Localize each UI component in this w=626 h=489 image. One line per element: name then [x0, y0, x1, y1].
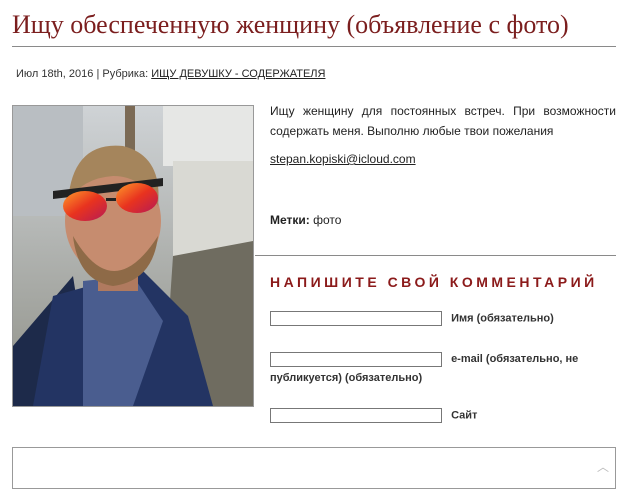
- meta-separator: |: [96, 68, 100, 80]
- name-field-row: Имя (обязательно): [270, 311, 554, 326]
- contact-email-link[interactable]: stepan.kopiski@icloud.com: [270, 152, 416, 166]
- post-photo[interactable]: [12, 105, 254, 407]
- scroll-up-icon[interactable]: ︿: [597, 458, 609, 475]
- site-input[interactable]: [270, 408, 442, 423]
- name-input[interactable]: [270, 311, 442, 326]
- post-meta: Июл 18th, 2016 | Рубрика: ИЩУ ДЕВУШКУ - …: [16, 68, 325, 80]
- post-tags: Метки: фото: [270, 213, 341, 227]
- post-body: Ищу женщину для постоянных встреч. При в…: [270, 104, 616, 138]
- comments-heading: НАПИШИТЕ СВОЙ КОММЕНТАРИЙ: [270, 274, 598, 290]
- site-field-row: Сайт: [270, 408, 477, 423]
- tags-value: фото: [313, 213, 342, 227]
- page-title: Ищу обеспеченную женщину (объявление с ф…: [12, 10, 569, 39]
- post-date: Июл 18th, 2016: [16, 68, 94, 80]
- title-divider: [12, 46, 616, 47]
- email-field-row: e-mail (обязательно, не публикуется) (об…: [270, 350, 610, 388]
- site-label: Сайт: [451, 409, 478, 422]
- selfie-photo-illustration: [13, 106, 253, 406]
- name-label: Имя (обязательно): [451, 312, 554, 325]
- comments-divider: [255, 255, 616, 256]
- email-input[interactable]: [270, 351, 442, 367]
- category-link[interactable]: ИЩУ ДЕВУШКУ - СОДЕРЖАТЕЛЯ: [151, 68, 325, 80]
- tags-label: Метки:: [270, 213, 310, 227]
- comment-textarea[interactable]: ︿: [12, 447, 616, 489]
- category-label: Рубрика:: [102, 68, 149, 80]
